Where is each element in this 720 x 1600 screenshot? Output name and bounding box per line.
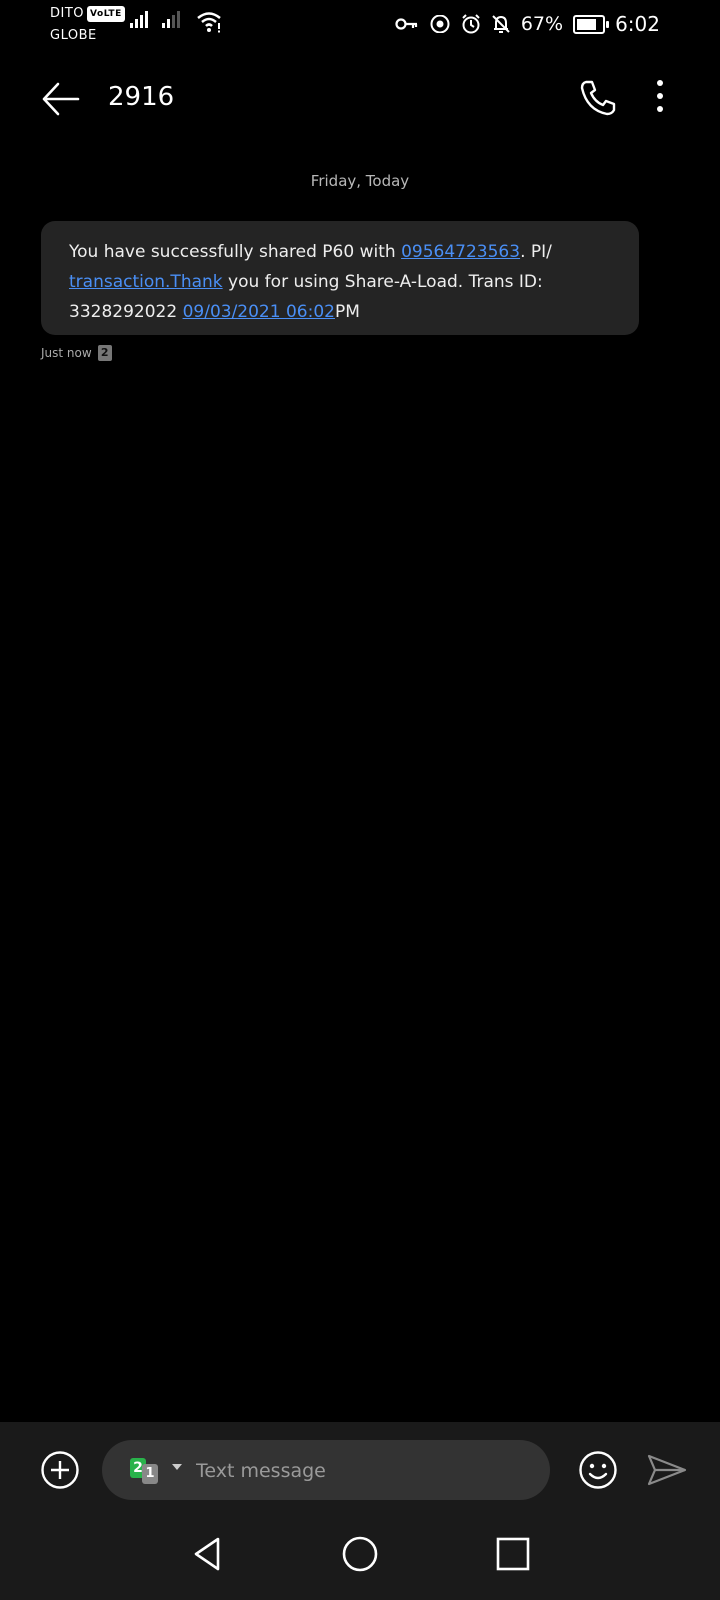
phone-number-link[interactable]: 09564723563	[401, 242, 520, 262]
battery-icon	[573, 14, 610, 34]
message-timestamp: Just now	[41, 346, 92, 360]
conversation-header: 2916	[0, 60, 720, 140]
wifi-icon	[197, 12, 221, 33]
status-right-group: 67% 6:02	[395, 12, 660, 36]
carrier-info: DITO VoLTE GLOBE	[50, 6, 125, 44]
message-input[interactable]	[194, 1454, 528, 1488]
status-bar: DITO VoLTE GLOBE 67% 6:02	[0, 0, 720, 56]
battery-percent: 67%	[520, 13, 564, 35]
message-bubble[interactable]: You have successfully shared P60 with 09…	[41, 221, 639, 335]
message-text: PM	[334, 302, 360, 322]
arrow-left-icon[interactable]	[36, 74, 86, 124]
carrier-2-name: GLOBE	[50, 28, 97, 43]
sim-selector[interactable]: 2 1	[130, 1458, 184, 1484]
square-recents-icon[interactable]	[493, 1534, 533, 1574]
carrier-1-name: DITO	[50, 6, 85, 21]
signal-indicators	[130, 10, 180, 28]
message-meta: Just now 2	[41, 345, 112, 361]
datetime-link[interactable]: 09/03/2021 06:02	[183, 302, 335, 322]
sim-secondary-badge: 1	[142, 1464, 158, 1484]
bell-muted-icon	[492, 15, 510, 33]
more-vertical-icon[interactable]	[650, 76, 670, 120]
message-text: You have successfully shared P60 with	[69, 242, 402, 262]
phone-icon[interactable]	[576, 76, 620, 120]
contact-name: 2916	[108, 82, 175, 112]
message-input-container: 2 1	[102, 1440, 550, 1500]
circle-home-icon[interactable]	[340, 1534, 380, 1574]
message-text: . PI/	[520, 242, 552, 262]
sim-slot-badge: 2	[97, 345, 112, 361]
key-icon	[395, 18, 417, 30]
message-composer: 2 1	[0, 1422, 720, 1522]
plus-circle-icon[interactable]	[40, 1450, 80, 1490]
date-separator: Friday, Today	[310, 172, 410, 190]
smiley-icon[interactable]	[578, 1450, 618, 1490]
alarm-icon	[462, 14, 480, 34]
system-navigation-bar	[0, 1522, 720, 1600]
status-time: 6:02	[615, 12, 660, 36]
chevron-down-icon	[172, 1464, 182, 1470]
signal-1-icon	[130, 10, 148, 28]
eye-icon	[430, 15, 450, 33]
transaction-link[interactable]: transaction.Thank	[69, 272, 223, 292]
send-icon[interactable]	[646, 1452, 688, 1488]
triangle-back-icon[interactable]	[188, 1534, 228, 1574]
signal-2-icon	[162, 10, 180, 28]
volte-badge: VoLTE	[87, 6, 125, 22]
